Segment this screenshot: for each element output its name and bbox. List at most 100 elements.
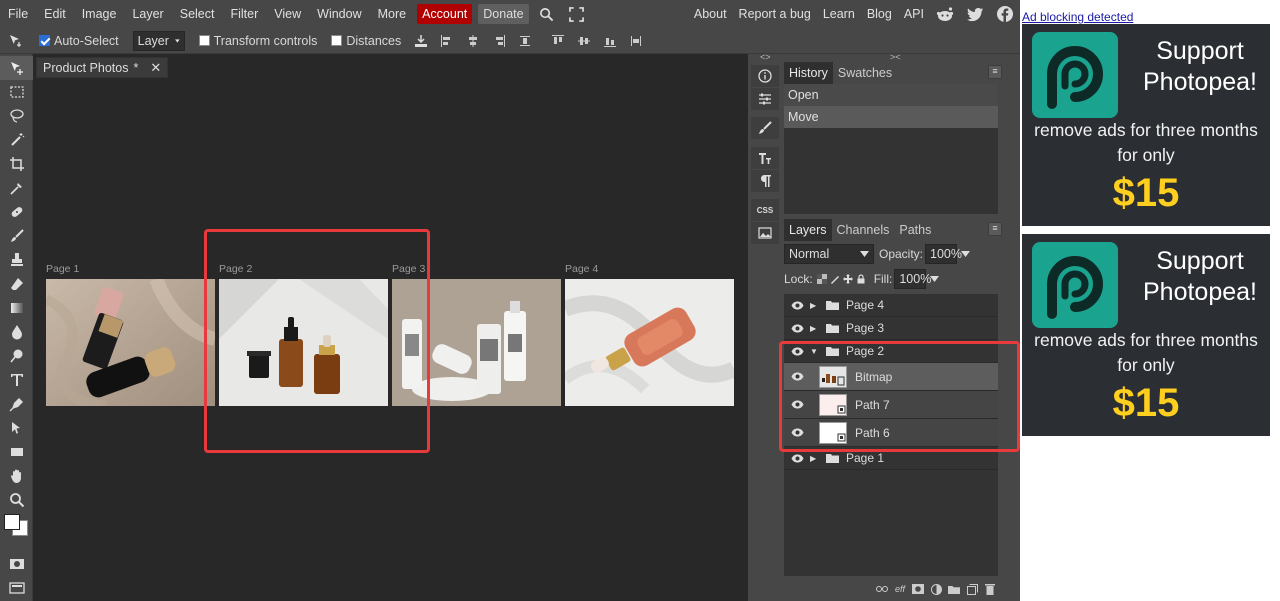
align-top-icon[interactable] <box>550 33 566 49</box>
foreground-color-swatch[interactable] <box>4 514 20 530</box>
transform-controls-checkbox[interactable]: Transform controls <box>198 34 317 48</box>
layer-group-page-4[interactable]: ▶ Page 4 <box>784 294 998 317</box>
distances-checkbox[interactable]: Distances <box>331 34 401 48</box>
fullscreen-icon[interactable] <box>568 5 586 23</box>
delete-icon[interactable] <box>984 583 996 595</box>
blend-mode-select[interactable]: Normal <box>784 244 874 264</box>
opacity-dropdown-icon[interactable] <box>961 251 971 257</box>
move-tool[interactable] <box>0 56 33 80</box>
reddit-icon[interactable] <box>936 5 954 23</box>
ad-blocking-notice-link[interactable]: Ad blocking detected <box>1022 10 1133 24</box>
distances-check-box[interactable] <box>331 35 343 46</box>
lasso-tool[interactable] <box>0 104 33 128</box>
quick-mask-tool[interactable] <box>0 552 33 576</box>
eye-icon[interactable] <box>790 298 804 312</box>
about-link[interactable]: About <box>688 0 733 28</box>
layer-group-page-3[interactable]: ▶ Page 3 <box>784 317 998 340</box>
pen-tool[interactable] <box>0 392 33 416</box>
magic-wand-tool[interactable] <box>0 128 33 152</box>
marquee-tool[interactable] <box>0 80 33 104</box>
history-step-move[interactable]: Move <box>784 106 998 128</box>
align-middle-icon[interactable] <box>576 33 592 49</box>
auto-select-checkbox[interactable]: Auto-Select <box>39 34 119 48</box>
blog-link[interactable]: Blog <box>861 0 898 28</box>
target-select[interactable]: Layer <box>132 30 185 51</box>
blur-tool[interactable] <box>0 320 33 344</box>
twitter-icon[interactable] <box>966 5 984 23</box>
learn-link[interactable]: Learn <box>817 0 861 28</box>
eye-icon[interactable] <box>790 451 804 465</box>
tab-layers[interactable]: Layers <box>784 219 832 241</box>
auto-select-check-box[interactable] <box>39 35 50 46</box>
color-swatches[interactable] <box>0 512 33 546</box>
gradient-tool[interactable] <box>0 296 33 320</box>
collapse-right-toggle[interactable]: >< <box>890 52 901 62</box>
align-left-icon[interactable] <box>439 33 455 49</box>
type-tool[interactable] <box>0 368 33 392</box>
download-icon[interactable] <box>413 33 429 49</box>
menu-view[interactable]: View <box>266 0 309 28</box>
page-1-image-lipsticks[interactable] <box>46 279 215 406</box>
menu-more[interactable]: More <box>370 0 414 28</box>
tab-paths[interactable]: Paths <box>894 219 936 241</box>
brush-tool[interactable] <box>0 224 33 248</box>
tab-swatches[interactable]: Swatches <box>833 62 897 84</box>
folder-icon[interactable] <box>948 583 960 595</box>
distribute-vertical-icon[interactable] <box>628 33 644 49</box>
stamp-tool[interactable] <box>0 248 33 272</box>
caret-right-icon[interactable]: ▶ <box>810 454 820 463</box>
lock-pixels-icon[interactable] <box>830 274 840 284</box>
crop-tool[interactable] <box>0 152 33 176</box>
shape-tool[interactable] <box>0 440 33 464</box>
path-select-tool[interactable] <box>0 416 33 440</box>
document-canvas-area[interactable]: Product Photos * ✕ Page 1 Page 2 Page 3 … <box>33 54 748 601</box>
fill-dropdown-icon[interactable] <box>930 276 940 282</box>
tab-channels[interactable]: Channels <box>832 219 895 241</box>
brush-settings-button[interactable] <box>751 117 779 139</box>
adjustments-panel-button[interactable] <box>751 88 779 110</box>
collapse-left-toggle[interactable]: <> <box>760 52 771 62</box>
zoom-tool[interactable] <box>0 488 33 512</box>
align-center-icon[interactable] <box>465 33 481 49</box>
tab-history[interactable]: History <box>784 62 833 84</box>
eye-icon[interactable] <box>790 321 804 335</box>
history-panel-menu-button[interactable]: ≡ <box>988 65 1002 79</box>
caret-right-icon[interactable]: ▶ <box>810 301 820 310</box>
dodge-tool[interactable] <box>0 344 33 368</box>
eraser-tool[interactable] <box>0 272 33 296</box>
adjustment-icon[interactable] <box>930 583 942 595</box>
transform-controls-check-box[interactable] <box>198 35 210 46</box>
healing-tool[interactable] <box>0 200 33 224</box>
donate-button[interactable]: Donate <box>478 4 529 24</box>
lock-transparency-icon[interactable] <box>816 274 827 284</box>
menu-image[interactable]: Image <box>74 0 125 28</box>
opacity-input[interactable]: 100% <box>925 244 962 264</box>
hand-tool[interactable] <box>0 464 33 488</box>
menu-select[interactable]: Select <box>172 0 223 28</box>
effects-icon[interactable]: eff <box>894 583 906 595</box>
facebook-icon[interactable] <box>996 5 1014 23</box>
menu-filter[interactable]: Filter <box>222 0 266 28</box>
move-tool-icon[interactable] <box>8 33 24 49</box>
image-panel-button[interactable] <box>751 222 779 244</box>
caret-right-icon[interactable]: ▶ <box>810 324 820 333</box>
api-link[interactable]: API <box>898 0 930 28</box>
character-panel-button[interactable] <box>751 147 779 169</box>
lock-all-icon[interactable] <box>856 274 866 284</box>
menu-window[interactable]: Window <box>309 0 369 28</box>
document-tab[interactable]: Product Photos * ✕ <box>36 57 169 78</box>
menu-file[interactable]: File <box>0 0 36 28</box>
paragraph-panel-button[interactable] <box>751 170 779 192</box>
link-icon[interactable] <box>876 583 888 595</box>
history-step-open[interactable]: Open <box>784 84 998 106</box>
fill-input[interactable]: 100% <box>894 269 931 289</box>
ad-banner-2[interactable]: Support Photopea! remove ads for three m… <box>1022 234 1270 436</box>
align-bottom-icon[interactable] <box>602 33 618 49</box>
screen-mode-tool[interactable] <box>0 576 33 600</box>
new-layer-icon[interactable] <box>966 583 978 595</box>
account-button[interactable]: Account <box>417 4 473 24</box>
layers-panel-menu-button[interactable]: ≡ <box>988 222 1002 236</box>
close-icon[interactable]: ✕ <box>150 60 161 76</box>
search-icon[interactable] <box>538 5 556 23</box>
distribute-horizontal-icon[interactable] <box>517 33 533 49</box>
